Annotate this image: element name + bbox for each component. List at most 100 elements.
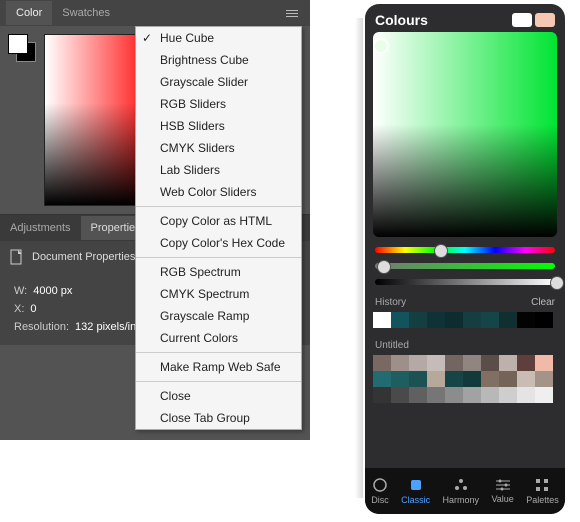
palette-swatch[interactable] (463, 355, 481, 371)
menu-item[interactable]: Make Ramp Web Safe (136, 356, 301, 378)
palette-swatch[interactable] (517, 371, 535, 387)
palette-swatch[interactable] (391, 355, 409, 371)
palette-swatch[interactable] (499, 371, 517, 387)
hue-knob[interactable] (434, 244, 448, 258)
history-swatch[interactable] (445, 312, 463, 328)
tab-color[interactable]: Color (6, 1, 52, 25)
palette-swatch[interactable] (409, 355, 427, 371)
menu-item[interactable]: CMYK Spectrum (136, 283, 301, 305)
resolution-label: Resolution: (14, 321, 69, 333)
nav-disc[interactable]: Disc (371, 477, 389, 505)
color-panel-menu: Hue Cube Brightness Cube Grayscale Slide… (135, 26, 302, 430)
palette-swatch[interactable] (481, 387, 499, 403)
palette-swatch[interactable] (463, 387, 481, 403)
menu-item[interactable]: CMYK Sliders (136, 137, 301, 159)
classic-color-picker[interactable] (373, 32, 557, 237)
palette-swatch[interactable] (427, 387, 445, 403)
history-swatch[interactable] (463, 312, 481, 328)
menu-item[interactable]: Close Tab Group (136, 407, 301, 429)
menu-item[interactable]: Copy Color as HTML (136, 210, 301, 232)
nav-label: Disc (371, 495, 389, 505)
x-value: 0 (30, 303, 36, 315)
palette-swatch[interactable] (373, 371, 391, 387)
nav-value[interactable]: Value (491, 478, 513, 504)
palette-swatch[interactable] (517, 355, 535, 371)
palette-swatch[interactable] (463, 371, 481, 387)
picker-cursor[interactable] (373, 38, 389, 54)
document-icon (10, 249, 24, 265)
palette-swatch[interactable] (535, 387, 553, 403)
nav-label: Classic (401, 495, 430, 505)
width-label: W: (14, 285, 27, 297)
history-swatch[interactable] (391, 312, 409, 328)
palette-swatch[interactable] (445, 355, 463, 371)
value-knob[interactable] (550, 276, 564, 290)
saturation-knob[interactable] (377, 260, 391, 274)
palette-swatch[interactable] (373, 355, 391, 371)
history-swatch[interactable] (481, 312, 499, 328)
palette-swatch[interactable] (481, 355, 499, 371)
colours-bottom-nav: Disc Classic Harmony Value Palettes (365, 468, 565, 514)
saturation-slider[interactable] (375, 263, 555, 269)
fg-bg-swatch[interactable] (8, 34, 36, 62)
palette-swatch[interactable] (427, 355, 445, 371)
history-swatch[interactable] (427, 312, 445, 328)
menu-item[interactable]: Hue Cube (136, 27, 301, 49)
history-label: History (375, 297, 406, 308)
palette-swatch[interactable] (445, 387, 463, 403)
width-value: 4000 px (33, 285, 72, 297)
tab-swatches[interactable]: Swatches (52, 1, 120, 25)
palette-swatch[interactable] (499, 387, 517, 403)
palette-swatch[interactable] (391, 387, 409, 403)
value-slider[interactable] (375, 279, 555, 285)
menu-item[interactable]: RGB Sliders (136, 93, 301, 115)
panel-tabs: Color Swatches (0, 0, 310, 26)
primary-swatch[interactable] (512, 13, 532, 27)
palette-swatch[interactable] (499, 355, 517, 371)
palette-swatch[interactable] (445, 371, 463, 387)
tab-adjustments[interactable]: Adjustments (0, 216, 81, 240)
palette-swatch[interactable] (535, 371, 553, 387)
menu-item[interactable]: Web Color Sliders (136, 181, 301, 203)
secondary-swatch[interactable] (535, 13, 555, 27)
menu-item[interactable]: Lab Sliders (136, 159, 301, 181)
active-color-swatches[interactable] (512, 13, 555, 27)
palette-swatch[interactable] (391, 371, 409, 387)
palette-swatches (373, 355, 557, 403)
menu-item[interactable]: Grayscale Ramp (136, 305, 301, 327)
history-swatch[interactable] (535, 312, 553, 328)
history-swatch[interactable] (373, 312, 391, 328)
x-label: X: (14, 303, 24, 315)
nav-label: Palettes (526, 495, 559, 505)
hue-cube-picker[interactable] (44, 34, 141, 206)
clear-history-button[interactable]: Clear (531, 297, 555, 308)
palette-title: Untitled (375, 340, 409, 351)
palette-swatch[interactable] (409, 387, 427, 403)
palette-swatch[interactable] (373, 387, 391, 403)
nav-classic[interactable]: Classic (401, 477, 430, 505)
palette-swatch[interactable] (409, 371, 427, 387)
menu-item[interactable]: Copy Color's Hex Code (136, 232, 301, 254)
procreate-colours-panel: Colours History Clear Untitled Disc (365, 4, 565, 514)
palette-swatch[interactable] (517, 387, 535, 403)
nav-harmony[interactable]: Harmony (443, 477, 480, 505)
panel-title: Colours (375, 12, 428, 28)
hue-slider[interactable] (375, 247, 555, 253)
foreground-swatch[interactable] (8, 34, 28, 54)
menu-item[interactable]: RGB Spectrum (136, 261, 301, 283)
menu-item[interactable]: Grayscale Slider (136, 71, 301, 93)
panel-menu-button[interactable] (280, 4, 304, 23)
palette-swatch[interactable] (481, 371, 499, 387)
nav-label: Harmony (443, 495, 480, 505)
palette-swatch[interactable] (535, 355, 553, 371)
menu-item[interactable]: HSB Sliders (136, 115, 301, 137)
menu-item[interactable]: Brightness Cube (136, 49, 301, 71)
menu-item[interactable]: Close (136, 385, 301, 407)
history-swatch[interactable] (499, 312, 517, 328)
document-properties-label: Document Properties (32, 251, 135, 263)
nav-palettes[interactable]: Palettes (526, 477, 559, 505)
menu-item[interactable]: Current Colors (136, 327, 301, 349)
history-swatch[interactable] (517, 312, 535, 328)
palette-swatch[interactable] (427, 371, 445, 387)
history-swatch[interactable] (409, 312, 427, 328)
